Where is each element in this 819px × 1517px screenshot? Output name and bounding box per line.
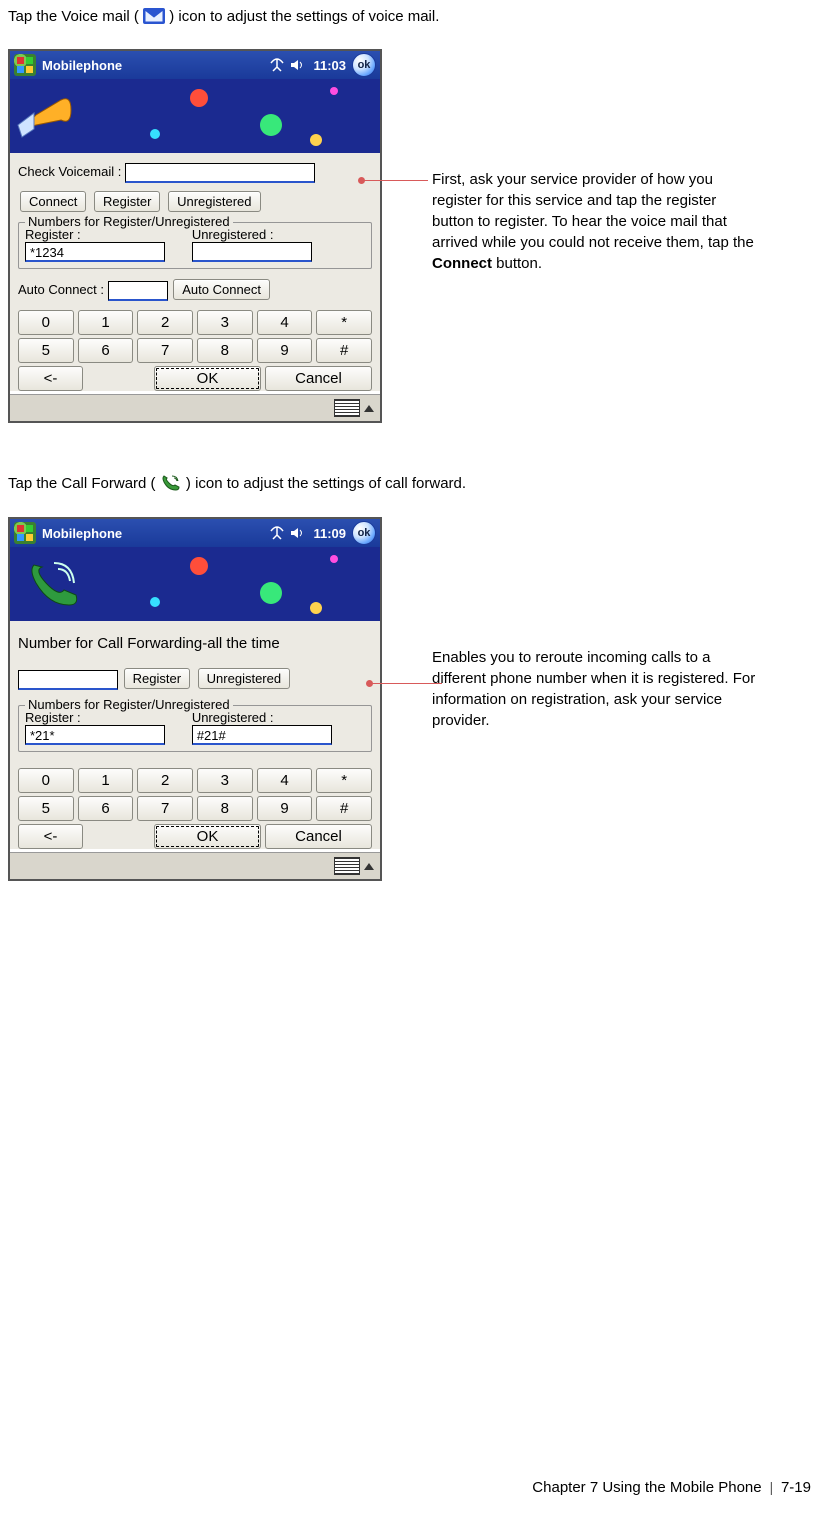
intro-voicemail-post: ) icon to adjust the settings of voice m…	[169, 8, 439, 25]
signal-icon	[269, 57, 285, 73]
key-cancel[interactable]: Cancel	[265, 824, 372, 849]
key-9[interactable]: 9	[257, 338, 313, 363]
horn-icon	[16, 85, 76, 145]
speaker-icon	[289, 525, 305, 541]
key-5[interactable]: 5	[18, 338, 74, 363]
key-2[interactable]: 2	[137, 310, 193, 335]
intro-voicemail: Tap the Voice mail ( ) icon to adjust th…	[8, 8, 811, 25]
key-backspace[interactable]: <-	[18, 824, 83, 849]
autoconnect-input[interactable]	[108, 281, 168, 301]
intro-callforward: Tap the Call Forward ( ) icon to adjust …	[8, 473, 811, 493]
key-4[interactable]: 4	[257, 768, 313, 793]
app-title: Mobilephone	[42, 526, 122, 541]
voicemail-icon	[143, 8, 165, 24]
register-input[interactable]: *1234	[25, 242, 165, 262]
clock: 11:09	[313, 526, 346, 541]
annotation-callforward: Enables you to reroute incoming calls to…	[432, 647, 762, 731]
autoconnect-button[interactable]: Auto Connect	[173, 279, 270, 300]
register-label: Register :	[25, 710, 188, 725]
speaker-icon	[289, 57, 305, 73]
key-hash[interactable]: #	[316, 338, 372, 363]
keyboard-icon[interactable]	[334, 399, 360, 417]
register-label: Register :	[25, 227, 188, 242]
clock: 11:03	[313, 58, 346, 73]
intro-callforward-post: ) icon to adjust the settings of call fo…	[186, 475, 466, 492]
key-0[interactable]: 0	[18, 768, 74, 793]
key-hash[interactable]: #	[316, 796, 372, 821]
register-input[interactable]: *21*	[25, 725, 165, 745]
unregistered-input[interactable]: #21#	[192, 725, 332, 745]
screenshot-callforward: Mobilephone 11:09 ok	[8, 517, 382, 881]
signal-icon	[269, 525, 285, 541]
ok-button[interactable]: ok	[352, 53, 376, 77]
key-cancel[interactable]: Cancel	[265, 366, 372, 391]
numbers-fieldset: Numbers for Register/Unregistered Regist…	[18, 705, 372, 752]
unregistered-input[interactable]	[192, 242, 312, 262]
titlebar: Mobilephone 11:09 ok	[10, 519, 380, 547]
footer-chapter: Chapter 7 Using the Mobile Phone	[532, 1479, 761, 1496]
key-1[interactable]: 1	[78, 310, 134, 335]
keypad: 0 1 2 3 4 * 5 6 7 8 9 #	[18, 768, 372, 849]
titlebar: Mobilephone 11:03 ok	[10, 51, 380, 79]
key-ok[interactable]: OK	[154, 824, 261, 849]
key-9[interactable]: 9	[257, 796, 313, 821]
callforward-number-input[interactable]	[18, 670, 118, 690]
theme-banner	[10, 79, 380, 153]
unregistered-button[interactable]: Unregistered	[198, 668, 290, 689]
register-button[interactable]: Register	[94, 191, 160, 212]
key-5[interactable]: 5	[18, 796, 74, 821]
theme-banner	[10, 547, 380, 621]
check-voicemail-label: Check Voicemail :	[18, 164, 121, 179]
callforward-headline: Number for Call Forwarding-all the time	[18, 635, 372, 652]
keyboard-icon[interactable]	[334, 857, 360, 875]
register-button[interactable]: Register	[124, 668, 190, 689]
key-7[interactable]: 7	[137, 796, 193, 821]
key-6[interactable]: 6	[78, 796, 134, 821]
unregistered-label: Unregistered :	[192, 227, 355, 242]
footer-page: 7-19	[781, 1479, 811, 1496]
autoconnect-label: Auto Connect :	[18, 282, 104, 297]
key-star[interactable]: *	[316, 768, 372, 793]
intro-callforward-pre: Tap the Call Forward (	[8, 475, 156, 492]
start-menu-icon[interactable]	[14, 522, 36, 544]
key-0[interactable]: 0	[18, 310, 74, 335]
numbers-fieldset: Numbers for Register/Unregistered Regist…	[18, 222, 372, 269]
phone-receiver-icon	[24, 555, 84, 615]
check-voicemail-input[interactable]	[125, 163, 315, 183]
menu-up-icon[interactable]	[364, 863, 374, 870]
unregistered-button[interactable]: Unregistered	[168, 191, 260, 212]
numbers-fieldset-legend: Numbers for Register/Unregistered	[25, 697, 233, 712]
callforward-icon	[160, 473, 182, 493]
key-backspace[interactable]: <-	[18, 366, 83, 391]
menu-up-icon[interactable]	[364, 405, 374, 412]
connect-button[interactable]: Connect	[20, 191, 86, 212]
bottom-bar	[10, 852, 380, 879]
key-3[interactable]: 3	[197, 310, 253, 335]
key-2[interactable]: 2	[137, 768, 193, 793]
key-8[interactable]: 8	[197, 796, 253, 821]
keypad: 0 1 2 3 4 * 5 6 7 8 9 #	[18, 310, 372, 391]
page-footer: Chapter 7 Using the Mobile Phone | 7-19	[532, 1479, 811, 1497]
key-1[interactable]: 1	[78, 768, 134, 793]
app-title: Mobilephone	[42, 58, 122, 73]
screenshot-voicemail: Mobilephone 11:03 ok	[8, 49, 382, 423]
key-7[interactable]: 7	[137, 338, 193, 363]
key-3[interactable]: 3	[197, 768, 253, 793]
numbers-fieldset-legend: Numbers for Register/Unregistered	[25, 214, 233, 229]
key-star[interactable]: *	[316, 310, 372, 335]
bottom-bar	[10, 394, 380, 421]
ok-button[interactable]: ok	[352, 521, 376, 545]
unregistered-label: Unregistered :	[192, 710, 355, 725]
annotation-voicemail: First, ask your service provider of how …	[432, 169, 762, 274]
key-6[interactable]: 6	[78, 338, 134, 363]
key-ok[interactable]: OK	[154, 366, 261, 391]
key-4[interactable]: 4	[257, 310, 313, 335]
start-menu-icon[interactable]	[14, 54, 36, 76]
key-8[interactable]: 8	[197, 338, 253, 363]
intro-voicemail-pre: Tap the Voice mail (	[8, 8, 139, 25]
